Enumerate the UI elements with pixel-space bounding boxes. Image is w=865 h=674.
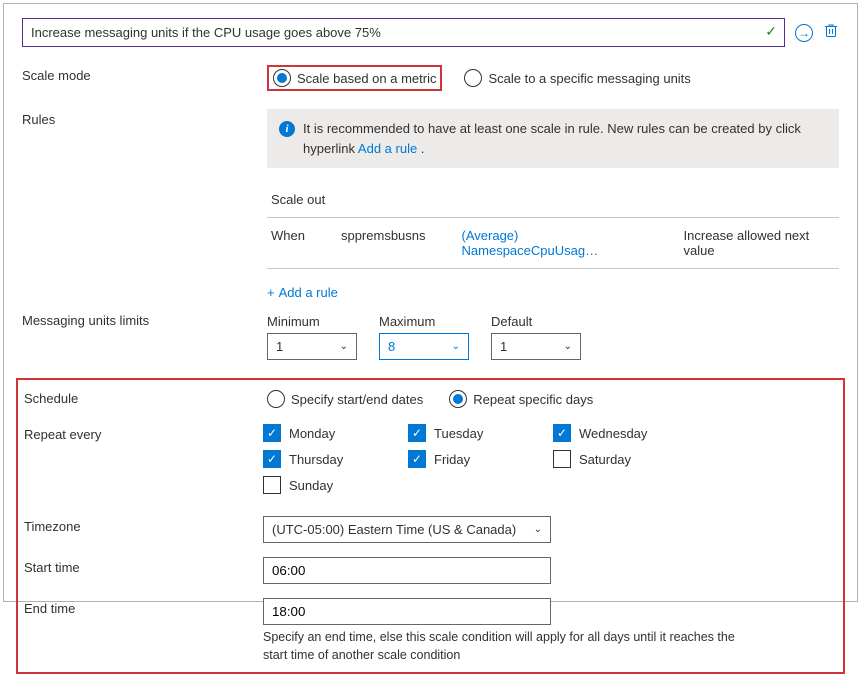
day-friday-checkbox[interactable]: Friday: [408, 450, 553, 468]
schedule-dates-radio[interactable]: Specify start/end dates: [263, 388, 427, 410]
rules-label: Rules: [22, 109, 267, 300]
chevron-down-icon: ⌄: [452, 341, 460, 352]
valid-checkmark-icon: ✓: [765, 23, 777, 40]
limits-label: Messaging units limits: [22, 310, 267, 360]
scale-mode-label: Scale mode: [22, 65, 267, 91]
chevron-down-icon: ⌄: [564, 341, 572, 352]
default-select[interactable]: 1⌄: [491, 333, 581, 360]
end-time-label: End time: [24, 598, 263, 664]
expand-arrow-icon[interactable]: →: [795, 24, 813, 42]
day-thursday-checkbox[interactable]: Thursday: [263, 450, 408, 468]
chevron-down-icon: ⌄: [340, 341, 348, 352]
add-rule-button[interactable]: +Add a rule: [267, 285, 338, 300]
day-sunday-checkbox[interactable]: Sunday: [263, 476, 408, 494]
day-tuesday-checkbox[interactable]: Tuesday: [408, 424, 553, 442]
minimum-select[interactable]: 1⌄: [267, 333, 357, 360]
day-wednesday-checkbox[interactable]: Wednesday: [553, 424, 698, 442]
scale-rule-row[interactable]: When sppremsbusns (Average) NamespaceCpu…: [267, 217, 839, 269]
timezone-label: Timezone: [24, 516, 263, 543]
scale-out-heading: Scale out: [267, 192, 839, 207]
repeat-label: Repeat every: [24, 424, 263, 502]
timezone-select[interactable]: (UTC-05:00) Eastern Time (US & Canada)⌄: [263, 516, 551, 543]
chevron-down-icon: ⌄: [534, 524, 542, 535]
schedule-label: Schedule: [24, 388, 263, 410]
day-saturday-checkbox[interactable]: Saturday: [553, 450, 698, 468]
scale-mode-specific-radio[interactable]: Scale to a specific messaging units: [460, 67, 694, 89]
delete-icon[interactable]: [823, 22, 839, 43]
maximum-select[interactable]: 8⌄: [379, 333, 469, 360]
plus-icon: +: [267, 285, 275, 300]
end-time-hint: Specify an end time, else this scale con…: [263, 629, 743, 664]
condition-name-input[interactable]: [22, 18, 785, 47]
metric-link[interactable]: (Average) NamespaceCpuUsag…: [462, 228, 648, 258]
day-monday-checkbox[interactable]: Monday: [263, 424, 408, 442]
add-rule-link-inline[interactable]: Add a rule: [358, 141, 417, 156]
end-time-input[interactable]: [263, 598, 551, 625]
schedule-repeat-radio[interactable]: Repeat specific days: [445, 388, 597, 410]
start-time-input[interactable]: [263, 557, 551, 584]
scale-mode-metric-radio[interactable]: Scale based on a metric: [267, 65, 442, 91]
start-time-label: Start time: [24, 557, 263, 584]
info-icon: i: [279, 121, 295, 137]
rules-info-box: i It is recommended to have at least one…: [267, 109, 839, 168]
